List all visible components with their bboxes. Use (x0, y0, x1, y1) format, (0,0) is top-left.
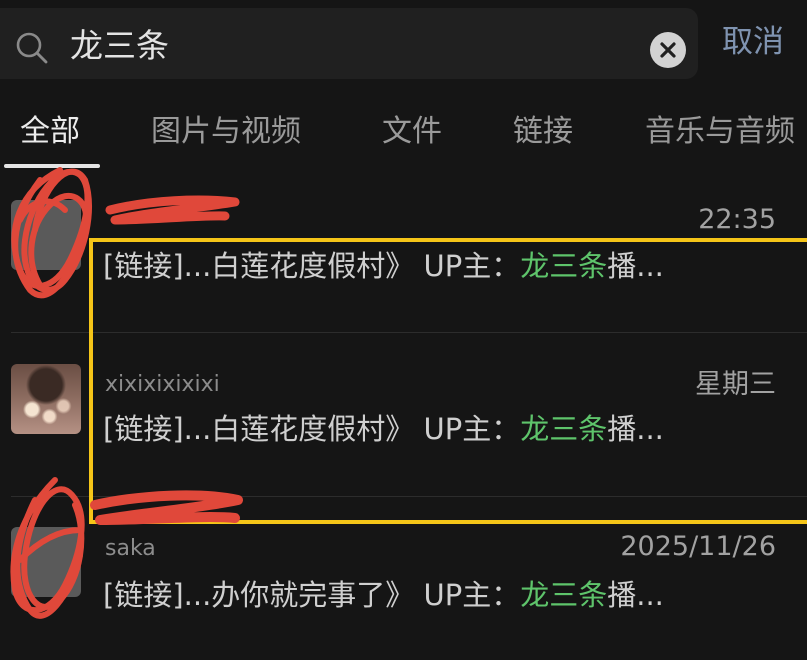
search-input[interactable]: 龙三条 (70, 26, 169, 66)
clear-icon[interactable] (650, 32, 686, 68)
tab-music-audio[interactable]: 音乐与音频 (645, 112, 795, 152)
search-icon (16, 32, 48, 64)
redaction-scribble (11, 167, 240, 299)
tab-images-videos[interactable]: 图片与视频 (151, 112, 301, 152)
search-results-screen: 龙三条 取消 全部 图片与视频 文件 链接 音乐与音频 22:35 [链接]..… (0, 0, 807, 660)
message-time: 22:35 (698, 204, 776, 235)
avatar (11, 364, 81, 434)
tab-files[interactable]: 文件 (382, 112, 442, 152)
tab-links[interactable]: 链接 (513, 112, 573, 152)
redaction-scribble (10, 477, 243, 619)
search-bar-row: 龙三条 取消 (0, 0, 807, 92)
tab-all[interactable]: 全部 (20, 112, 80, 152)
snippet-tail: 播... (607, 578, 664, 612)
keyword-highlight: 龙三条 (520, 578, 608, 612)
message-time: 2025/11/26 (620, 531, 776, 562)
search-box[interactable]: 龙三条 (0, 8, 698, 79)
cancel-button[interactable]: 取消 (722, 22, 784, 62)
